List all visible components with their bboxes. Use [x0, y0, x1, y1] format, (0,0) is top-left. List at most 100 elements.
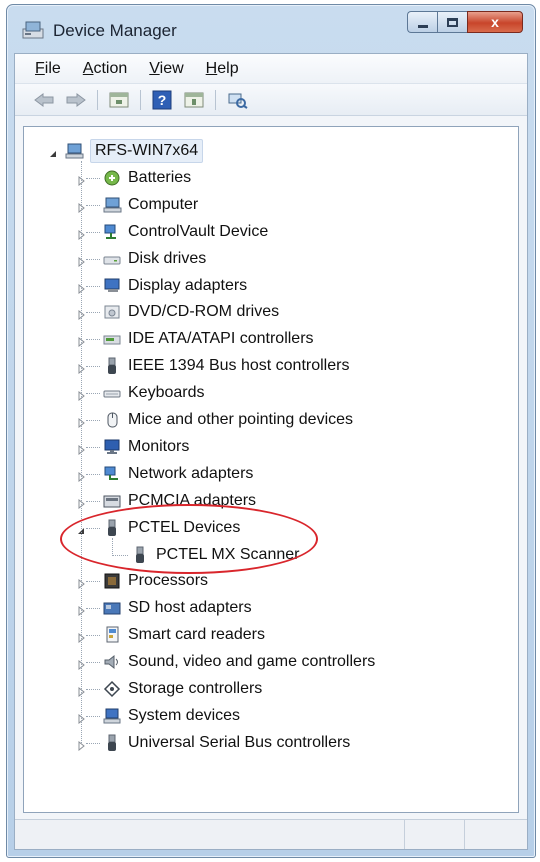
close-button[interactable]: x	[467, 11, 523, 33]
scan-hardware-icon	[228, 93, 248, 109]
pcmcia-icon	[103, 495, 121, 508]
tree-guide-line	[86, 285, 100, 287]
status-bar	[15, 819, 527, 849]
tree-node-label: Mice and other pointing devices	[128, 411, 354, 428]
usb-plug-icon	[108, 734, 116, 751]
sd-adapter-icon	[103, 602, 121, 615]
tree-category-node[interactable]: SD host adapters	[102, 596, 252, 620]
back-button[interactable]	[31, 89, 57, 111]
window-title: Device Manager	[53, 21, 177, 40]
tree-category-node[interactable]: Keyboards	[102, 381, 205, 405]
tree-category-node[interactable]: Universal Serial Bus controllers	[102, 731, 350, 755]
tree-category-node[interactable]: Storage controllers	[102, 677, 262, 701]
ide-controller-icon	[103, 335, 121, 345]
storage-icon	[102, 679, 122, 699]
usb-plug-icon	[108, 357, 116, 375]
tree-node-label: Smart card readers	[128, 626, 265, 644]
tree-guide-line	[86, 312, 100, 314]
tree-category-node[interactable]: System devices	[102, 704, 240, 728]
tree-guide-line	[86, 393, 100, 395]
smart-card-icon	[106, 626, 119, 643]
tree-category-node[interactable]: Batteries	[102, 166, 191, 190]
tree-guide-line	[86, 366, 100, 368]
title-bar[interactable]: Device Manager x	[7, 5, 535, 53]
tree-category-node[interactable]: Smart card readers	[102, 623, 265, 647]
toolbar-separator	[140, 89, 141, 110]
status-cell	[15, 820, 405, 849]
toolbar-separator	[97, 89, 98, 110]
menu-file[interactable]: File	[35, 60, 61, 78]
dvd-drive-icon	[104, 305, 120, 319]
display-adapter-icon	[104, 278, 120, 292]
tree-category-node[interactable]: Disk drives	[102, 247, 206, 271]
svg-text:?: ?	[158, 92, 167, 108]
ide-controller-icon	[102, 329, 122, 349]
tree-guide-line	[86, 581, 100, 583]
forward-button[interactable]	[63, 89, 89, 111]
tree-guide-line	[86, 339, 100, 341]
computer-icon	[103, 197, 122, 213]
tree-guide-line	[86, 500, 100, 502]
tree-category-node[interactable]: Computer	[102, 193, 198, 217]
keyboard-icon	[102, 383, 122, 403]
forward-icon	[66, 92, 86, 107]
tree-node-label: Storage controllers	[128, 680, 263, 697]
tree-category-node[interactable]: Display adapters	[102, 274, 247, 298]
mouse-icon	[102, 410, 122, 430]
tree-node-label: Keyboards	[128, 384, 205, 402]
menu-bar: File Action View Help	[15, 54, 527, 84]
minimize-button[interactable]	[407, 11, 437, 33]
tree-node-label: Processors	[128, 572, 209, 590]
tree-category-node[interactable]: DVD/CD-ROM drives	[102, 300, 279, 324]
properties-icon	[109, 92, 129, 107]
device-tree: RFS-WIN7x64 Batteries Computer ControlVault…	[24, 127, 518, 812]
tree-node-label: Network adapters	[128, 464, 254, 482]
tree-guide-line	[86, 473, 100, 475]
tree-category-node[interactable]: Network adapters	[102, 462, 253, 486]
collapse-arrow-icon[interactable]	[48, 146, 58, 164]
speaker-icon	[102, 652, 122, 672]
update-driver-icon	[184, 92, 204, 107]
speaker-icon	[104, 655, 118, 670]
menu-view[interactable]: View	[149, 60, 183, 78]
tree-node-label: Disk drives	[128, 249, 207, 267]
properties-button[interactable]	[106, 89, 132, 111]
toolbar: ?	[15, 84, 527, 116]
menu-action[interactable]: Action	[83, 60, 127, 78]
tree-category-node[interactable]: IDE ATA/ATAPI controllers	[102, 327, 314, 351]
tree-category-node[interactable]: Mice and other pointing devices	[102, 408, 353, 432]
help-icon: ?	[152, 90, 172, 109]
scan-hardware-button[interactable]	[224, 89, 250, 111]
battery-icon	[102, 168, 122, 188]
device-manager-icon	[21, 20, 45, 40]
help-button[interactable]: ?	[149, 89, 175, 111]
tree-category-node[interactable]: Monitors	[102, 435, 189, 459]
caption-buttons: x	[407, 11, 523, 35]
network-adapter-icon	[104, 466, 118, 480]
update-driver-button[interactable]	[181, 89, 207, 111]
system-device-icon	[102, 706, 122, 726]
close-icon: x	[491, 14, 499, 30]
device-tree-pane[interactable]: RFS-WIN7x64 Batteries Computer ControlVault…	[23, 126, 519, 813]
menu-help[interactable]: Help	[206, 60, 239, 78]
tree-node-label: Sound, video and game controllers	[128, 653, 376, 671]
network-device-icon	[102, 222, 122, 242]
keyboard-icon	[103, 390, 121, 398]
minimize-icon	[417, 24, 428, 28]
tree-category-node[interactable]: IEEE 1394 Bus host controllers	[102, 354, 349, 378]
tree-guide-line	[86, 204, 100, 206]
tree-node-label: Display adapters	[128, 276, 248, 294]
tree-guide-line	[86, 715, 100, 717]
tree-guide-line	[86, 608, 100, 610]
tree-node-label: Universal Serial Bus controllers	[128, 733, 351, 751]
tree-guide-line	[86, 177, 100, 179]
tree-root-node[interactable]: RFS-WIN7x64	[64, 139, 204, 163]
maximize-button[interactable]	[437, 11, 467, 33]
storage-icon	[103, 680, 121, 698]
tree-category-node[interactable]: Sound, video and game controllers	[102, 650, 375, 674]
tree-node-label: System devices	[128, 706, 241, 724]
tree-guide-line	[86, 689, 100, 690]
tree-category-node[interactable]: ControlVault Device	[102, 220, 268, 244]
tree-node-label: DVD/CD-ROM drives	[128, 303, 280, 321]
network-device-icon	[104, 224, 116, 239]
